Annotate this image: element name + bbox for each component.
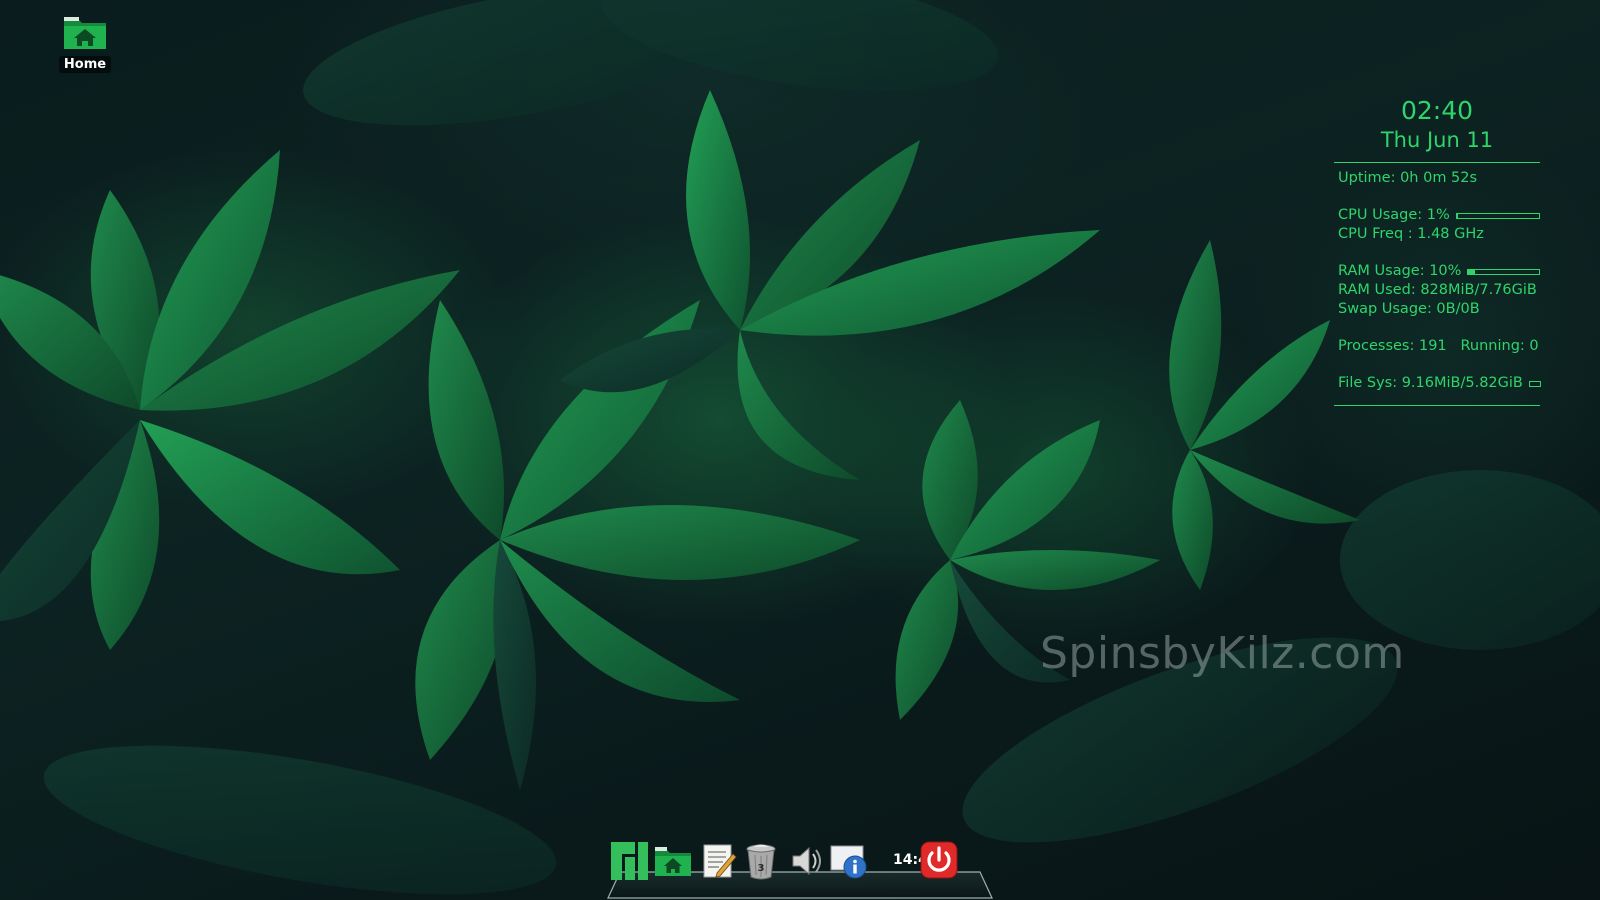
conky-processes: Processes: 191: [1338, 338, 1447, 354]
conky-ram-used: RAM Used: 828MiB/7.76GiB: [1338, 282, 1537, 298]
conky-file-sys: File Sys: 9.16MiB/5.82GiB: [1338, 375, 1523, 391]
conky-time: 02:40: [1400, 96, 1474, 125]
desktop: Home 02:40 Thu Jun 11 Uptime: 0h 0m 52s …: [0, 0, 1600, 900]
dock: 3 14:40: [606, 838, 994, 900]
dock-volume-button[interactable]: [784, 838, 826, 884]
dock-text-editor-button[interactable]: [698, 838, 740, 884]
info-icon: [830, 845, 867, 879]
conky-cpu-freq: CPU Freq : 1.48 GHz: [1338, 226, 1484, 242]
desktop-icon-label: Home: [58, 56, 112, 73]
trash-count: 3: [758, 863, 765, 874]
conky-cpu-usage: CPU Usage: 1%: [1338, 207, 1450, 223]
conky-uptime: Uptime: 0h 0m 52s: [1338, 170, 1478, 186]
conky-swap-usage: Swap Usage: 0B/0B: [1338, 301, 1480, 317]
dock-trash-button[interactable]: 3: [740, 838, 782, 884]
conky-ram-usage-row: RAM Usage: 10%: [1334, 262, 1540, 281]
cpu-usage-bar-fill: [1456, 213, 1458, 218]
conky-processes-row: Processes: 191 Running: 0: [1334, 337, 1540, 356]
conky-cpu-usage-row: CPU Usage: 1%: [1334, 206, 1540, 225]
power-icon: [920, 841, 958, 879]
conky-system-monitor: 02:40 Thu Jun 11 Uptime: 0h 0m 52s CPU U…: [1334, 96, 1541, 406]
ram-usage-bar: [1467, 268, 1540, 275]
conky-divider-bottom: [1334, 405, 1540, 406]
home-folder-icon: [64, 17, 106, 49]
dock-system-info-button[interactable]: [828, 838, 870, 884]
speaker-icon: [792, 846, 821, 876]
trash-icon: 3: [746, 844, 776, 880]
manjaro-logo-icon: [611, 842, 648, 880]
desktop-icon-home[interactable]: Home: [58, 14, 112, 73]
watermark: SpinsbyKilz.com: [1040, 628, 1405, 679]
dock-power-button[interactable]: [918, 838, 960, 884]
ram-usage-bar-fill: [1468, 269, 1476, 274]
dock-home-folder-button[interactable]: [652, 838, 694, 884]
filesys-usage-bar: [1528, 380, 1541, 387]
cpu-usage-bar: [1455, 212, 1540, 219]
conky-filesys-row: File Sys: 9.16MiB/5.82GiB: [1334, 374, 1541, 393]
conky-date: Thu Jun 11: [1380, 128, 1494, 152]
dock-manjaro-menu-button[interactable]: [608, 838, 650, 884]
conky-running: Running: 0: [1460, 338, 1539, 354]
home-folder-icon: [655, 847, 691, 876]
conky-ram-usage: RAM Usage: 10%: [1338, 263, 1462, 279]
text-editor-icon: [703, 844, 737, 878]
